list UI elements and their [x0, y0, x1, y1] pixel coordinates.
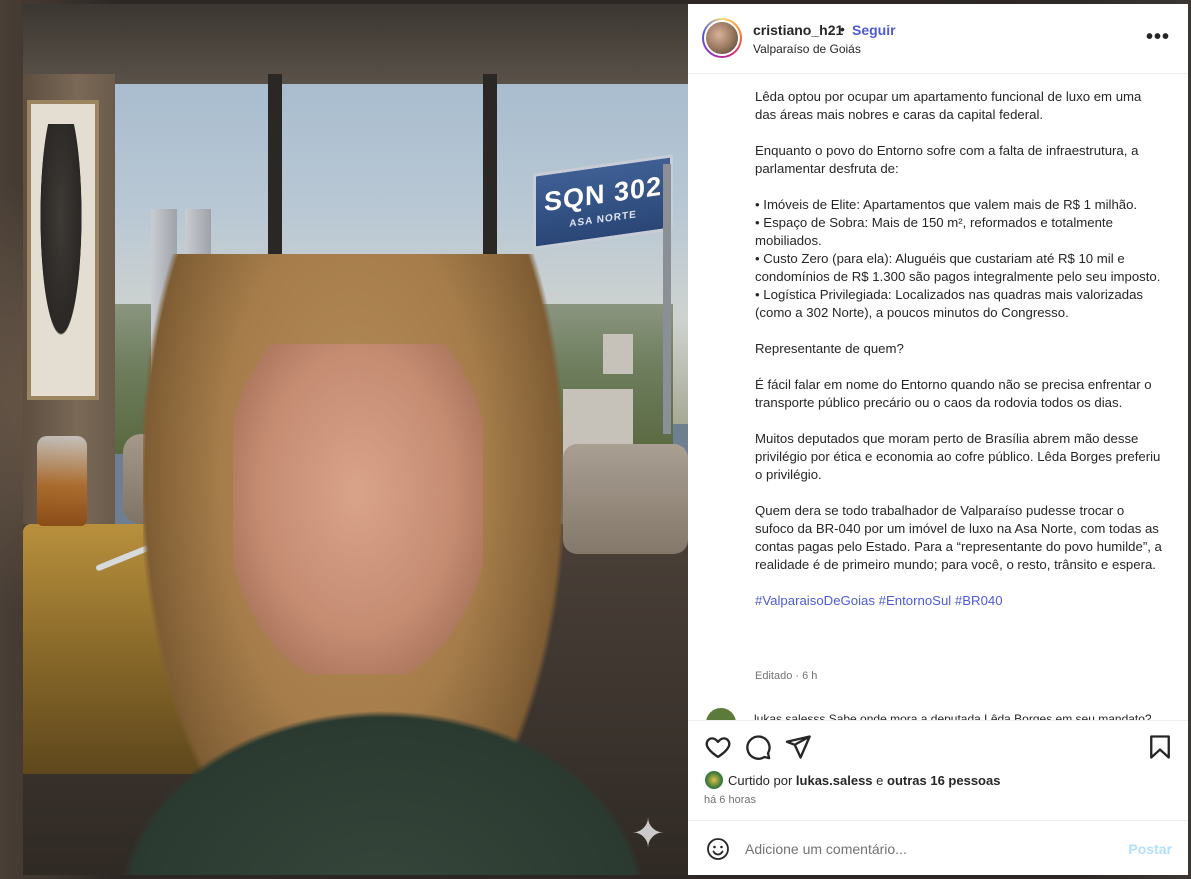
sign-main-text: SQN 302	[543, 170, 663, 218]
caption-paragraph: Muitos deputados que moram perto de Bras…	[755, 431, 1161, 482]
caption-paragraph: Enquanto o povo do Entorno sofre com a f…	[755, 143, 1139, 176]
other-likers-link[interactable]: outras 16 pessoas	[887, 773, 1000, 788]
ceiling	[23, 4, 688, 84]
sofa	[563, 444, 688, 554]
heart-icon[interactable]	[704, 733, 732, 761]
post-header: cristiano_h21 • Seguir Valparaíso de Goi…	[688, 4, 1188, 74]
follow-button[interactable]: Seguir	[852, 22, 896, 38]
post-comment-button[interactable]: Postar	[1128, 841, 1172, 857]
person-face	[233, 344, 483, 674]
hashtags: #ValparaisoDeGoias #EntornoSul #BR040	[755, 592, 1165, 610]
username-link[interactable]: cristiano_h21	[753, 22, 843, 38]
likes-prefix: Curtido por	[728, 773, 796, 788]
caption-paragraph: Lêda optou por ocupar um apartamento fun…	[755, 89, 1142, 122]
post-caption: Lêda optou por ocupar um apartamento fun…	[755, 88, 1165, 688]
comment-bar: Postar	[688, 820, 1188, 875]
comment-preview[interactable]: lukas.salesss Sabe onde mora a deputada …	[704, 708, 1174, 720]
apartment-building	[603, 334, 633, 374]
hashtag-link[interactable]: #ValparaisoDeGoias	[755, 593, 875, 608]
comment-text: lukas.salesss Sabe onde mora a deputada …	[754, 712, 1152, 720]
smile-icon[interactable]	[706, 837, 730, 861]
caption-paragraph: Representante de quem?	[755, 341, 904, 356]
liker-username[interactable]: lukas.saless	[796, 773, 873, 788]
likes-middle: e	[872, 773, 888, 788]
sculpture	[37, 124, 85, 354]
ai-sparkle-icon: ✦	[631, 812, 665, 856]
sign-pole	[663, 164, 671, 434]
comment-input[interactable]	[745, 839, 1105, 859]
post-time: há 6 horas	[704, 794, 756, 806]
more-options-icon[interactable]: •••	[1146, 26, 1170, 49]
liker-avatar	[704, 770, 724, 790]
likes-text: Curtido por lukas.saless e outras 16 pes…	[728, 773, 1000, 788]
caption-paragraph: É fácil falar em nome do Entorno quando …	[755, 377, 1152, 410]
commenter-avatar	[706, 708, 736, 720]
send-icon[interactable]	[784, 733, 812, 761]
separator-dot: •	[840, 21, 845, 37]
post-details-panel: cristiano_h21 • Seguir Valparaíso de Goi…	[688, 4, 1188, 875]
action-bar	[688, 720, 1188, 772]
avatar-image	[704, 20, 740, 56]
hashtag-link[interactable]: #EntornoSul	[879, 593, 952, 608]
post-image[interactable]: SQN 302 ASA NORTE ✦	[23, 4, 688, 875]
edited-timestamp: Editado · 6 h	[755, 670, 818, 682]
hashtag-link[interactable]: #BR040	[955, 593, 1003, 608]
avatar[interactable]	[702, 18, 742, 58]
caption-list: • Imóveis de Elite: Apartamentos que val…	[755, 197, 1161, 320]
caption-paragraph: Quem dera se todo trabalhador de Valpara…	[755, 503, 1162, 572]
comment-icon[interactable]	[744, 733, 772, 761]
location-link[interactable]: Valparaíso de Goiás	[753, 42, 861, 56]
person-sweater	[83, 684, 683, 875]
bookmark-icon[interactable]	[1146, 733, 1174, 761]
whiskey-decanter	[37, 436, 87, 526]
